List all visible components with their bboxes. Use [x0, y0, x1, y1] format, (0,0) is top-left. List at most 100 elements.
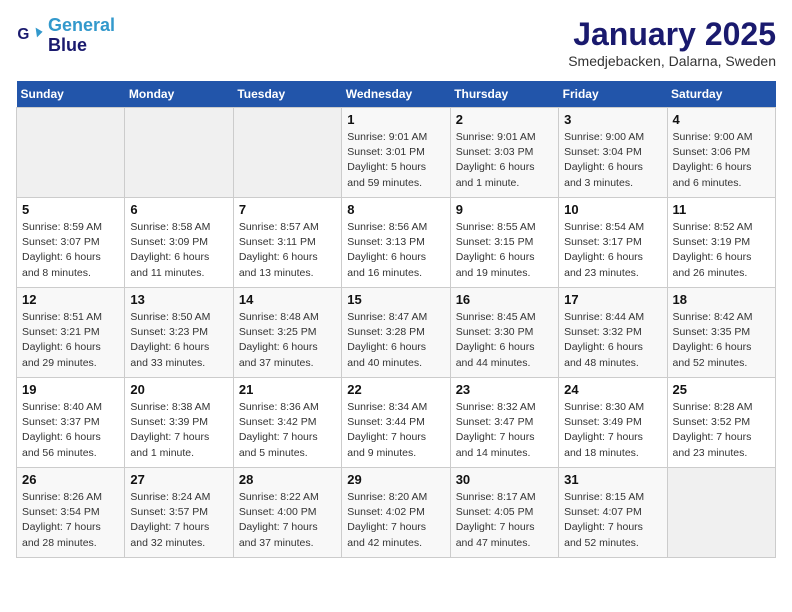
- calendar-cell: [125, 108, 233, 198]
- weekday-header-monday: Monday: [125, 81, 233, 108]
- calendar-cell: 20 Sunrise: 8:38 AM Sunset: 3:39 PM Dayli…: [125, 378, 233, 468]
- location-subtitle: Smedjebacken, Dalarna, Sweden: [568, 53, 776, 69]
- day-info: Sunrise: 8:22 AM Sunset: 4:00 PM Dayligh…: [239, 490, 336, 551]
- day-number: 18: [673, 292, 770, 307]
- day-number: 1: [347, 112, 444, 127]
- calendar-cell: 15Sunrise: 8:47 AM Sunset: 3:28 PM Dayli…: [342, 288, 450, 378]
- calendar-cell: 1Sunrise: 9:01 AM Sunset: 3:01 PM Daylig…: [342, 108, 450, 198]
- day-number: 29: [347, 472, 444, 487]
- weekday-header-row: SundayMondayTuesdayWednesdayThursdayFrid…: [17, 81, 776, 108]
- calendar-cell: 18 Sunrise: 8:42 AM Sunset: 3:35 PM Dayli…: [667, 288, 775, 378]
- calendar-week-row: 26 Sunrise: 8:26 AM Sunset: 3:54 PM Dayli…: [17, 468, 776, 558]
- day-number: 25: [673, 382, 770, 397]
- day-info: Sunrise: 8:24 AM Sunset: 3:57 PM Dayligh…: [130, 490, 227, 551]
- day-number: 28: [239, 472, 336, 487]
- logo-text-line2: Blue: [48, 36, 115, 56]
- day-info: Sunrise: 8:45 AM Sunset: 3:30 PM Dayligh…: [456, 310, 553, 371]
- day-number: 2: [456, 112, 553, 127]
- day-info: Sunrise: 8:48 AM Sunset: 3:25 PM Dayligh…: [239, 310, 336, 371]
- calendar-week-row: 12 Sunrise: 8:51 AM Sunset: 3:21 PM Dayli…: [17, 288, 776, 378]
- calendar-cell: 24 Sunrise: 8:30 AM Sunset: 3:49 PM Dayli…: [559, 378, 667, 468]
- calendar-cell: 7 Sunrise: 8:57 AM Sunset: 3:11 PM Daylig…: [233, 198, 341, 288]
- weekday-header-wednesday: Wednesday: [342, 81, 450, 108]
- day-number: 24: [564, 382, 661, 397]
- day-number: 7: [239, 202, 336, 217]
- day-number: 9: [456, 202, 553, 217]
- calendar-cell: 26 Sunrise: 8:26 AM Sunset: 3:54 PM Dayli…: [17, 468, 125, 558]
- day-number: 11: [673, 202, 770, 217]
- calendar-cell: [667, 468, 775, 558]
- day-info: Sunrise: 8:28 AM Sunset: 3:52 PM Dayligh…: [673, 400, 770, 461]
- day-info: Sunrise: 8:34 AM Sunset: 3:44 PM Dayligh…: [347, 400, 444, 461]
- weekday-header-friday: Friday: [559, 81, 667, 108]
- day-info: Sunrise: 8:47 AM Sunset: 3:28 PM Dayligh…: [347, 310, 444, 371]
- calendar-cell: 10 Sunrise: 8:54 AM Sunset: 3:17 PM Dayli…: [559, 198, 667, 288]
- day-info: Sunrise: 8:51 AM Sunset: 3:21 PM Dayligh…: [22, 310, 119, 371]
- day-info: Sunrise: 8:58 AM Sunset: 3:09 PM Dayligh…: [130, 220, 227, 281]
- title-block: January 2025 Smedjebacken, Dalarna, Swed…: [568, 16, 776, 69]
- calendar-cell: 6 Sunrise: 8:58 AM Sunset: 3:09 PM Daylig…: [125, 198, 233, 288]
- day-number: 16: [456, 292, 553, 307]
- calendar-cell: 27 Sunrise: 8:24 AM Sunset: 3:57 PM Dayli…: [125, 468, 233, 558]
- page-header: G General Blue January 2025 Smedjebacken…: [16, 16, 776, 69]
- day-number: 21: [239, 382, 336, 397]
- calendar-cell: 17Sunrise: 8:44 AM Sunset: 3:32 PM Dayli…: [559, 288, 667, 378]
- calendar-cell: 4Sunrise: 9:00 AM Sunset: 3:06 PM Daylig…: [667, 108, 775, 198]
- day-info: Sunrise: 8:32 AM Sunset: 3:47 PM Dayligh…: [456, 400, 553, 461]
- calendar-week-row: 1Sunrise: 9:01 AM Sunset: 3:01 PM Daylig…: [17, 108, 776, 198]
- logo-text-line1: General: [48, 16, 115, 36]
- day-number: 4: [673, 112, 770, 127]
- weekday-header-saturday: Saturday: [667, 81, 775, 108]
- day-info: Sunrise: 8:56 AM Sunset: 3:13 PM Dayligh…: [347, 220, 444, 281]
- weekday-header-tuesday: Tuesday: [233, 81, 341, 108]
- calendar-cell: 31 Sunrise: 8:15 AM Sunset: 4:07 PM Dayli…: [559, 468, 667, 558]
- month-year-title: January 2025: [568, 16, 776, 53]
- day-info: Sunrise: 8:26 AM Sunset: 3:54 PM Dayligh…: [22, 490, 119, 551]
- day-info: Sunrise: 8:15 AM Sunset: 4:07 PM Dayligh…: [564, 490, 661, 551]
- day-number: 26: [22, 472, 119, 487]
- calendar-cell: 30 Sunrise: 8:17 AM Sunset: 4:05 PM Dayli…: [450, 468, 558, 558]
- calendar-cell: 2 Sunrise: 9:01 AM Sunset: 3:03 PM Daylig…: [450, 108, 558, 198]
- day-info: Sunrise: 8:57 AM Sunset: 3:11 PM Dayligh…: [239, 220, 336, 281]
- day-info: Sunrise: 8:52 AM Sunset: 3:19 PM Dayligh…: [673, 220, 770, 281]
- weekday-header-sunday: Sunday: [17, 81, 125, 108]
- day-info: Sunrise: 8:30 AM Sunset: 3:49 PM Dayligh…: [564, 400, 661, 461]
- calendar-cell: 9Sunrise: 8:55 AM Sunset: 3:15 PM Daylig…: [450, 198, 558, 288]
- weekday-header-thursday: Thursday: [450, 81, 558, 108]
- day-info: Sunrise: 8:42 AM Sunset: 3:35 PM Dayligh…: [673, 310, 770, 371]
- day-number: 10: [564, 202, 661, 217]
- calendar-cell: [233, 108, 341, 198]
- day-number: 20: [130, 382, 227, 397]
- day-number: 31: [564, 472, 661, 487]
- day-info: Sunrise: 8:54 AM Sunset: 3:17 PM Dayligh…: [564, 220, 661, 281]
- calendar-cell: 11 Sunrise: 8:52 AM Sunset: 3:19 PM Dayli…: [667, 198, 775, 288]
- calendar-cell: 13 Sunrise: 8:50 AM Sunset: 3:23 PM Dayli…: [125, 288, 233, 378]
- day-info: Sunrise: 8:36 AM Sunset: 3:42 PM Dayligh…: [239, 400, 336, 461]
- day-info: Sunrise: 9:01 AM Sunset: 3:03 PM Dayligh…: [456, 130, 553, 191]
- day-number: 8: [347, 202, 444, 217]
- day-number: 13: [130, 292, 227, 307]
- calendar-cell: 29 Sunrise: 8:20 AM Sunset: 4:02 PM Dayli…: [342, 468, 450, 558]
- day-number: 27: [130, 472, 227, 487]
- calendar-cell: 28 Sunrise: 8:22 AM Sunset: 4:00 PM Dayli…: [233, 468, 341, 558]
- day-number: 12: [22, 292, 119, 307]
- logo: G General Blue: [16, 16, 115, 56]
- calendar-cell: 14Sunrise: 8:48 AM Sunset: 3:25 PM Dayli…: [233, 288, 341, 378]
- day-number: 22: [347, 382, 444, 397]
- calendar-cell: [17, 108, 125, 198]
- day-info: Sunrise: 8:17 AM Sunset: 4:05 PM Dayligh…: [456, 490, 553, 551]
- day-number: 17: [564, 292, 661, 307]
- calendar-cell: 5Sunrise: 8:59 AM Sunset: 3:07 PM Daylig…: [17, 198, 125, 288]
- day-info: Sunrise: 8:38 AM Sunset: 3:39 PM Dayligh…: [130, 400, 227, 461]
- calendar-cell: 19Sunrise: 8:40 AM Sunset: 3:37 PM Dayli…: [17, 378, 125, 468]
- day-info: Sunrise: 8:50 AM Sunset: 3:23 PM Dayligh…: [130, 310, 227, 371]
- svg-text:G: G: [17, 26, 29, 43]
- day-info: Sunrise: 8:59 AM Sunset: 3:07 PM Dayligh…: [22, 220, 119, 281]
- day-number: 30: [456, 472, 553, 487]
- day-info: Sunrise: 9:00 AM Sunset: 3:04 PM Dayligh…: [564, 130, 661, 191]
- day-number: 6: [130, 202, 227, 217]
- calendar-table: SundayMondayTuesdayWednesdayThursdayFrid…: [16, 81, 776, 558]
- calendar-cell: 21 Sunrise: 8:36 AM Sunset: 3:42 PM Dayli…: [233, 378, 341, 468]
- day-info: Sunrise: 8:20 AM Sunset: 4:02 PM Dayligh…: [347, 490, 444, 551]
- calendar-week-row: 5Sunrise: 8:59 AM Sunset: 3:07 PM Daylig…: [17, 198, 776, 288]
